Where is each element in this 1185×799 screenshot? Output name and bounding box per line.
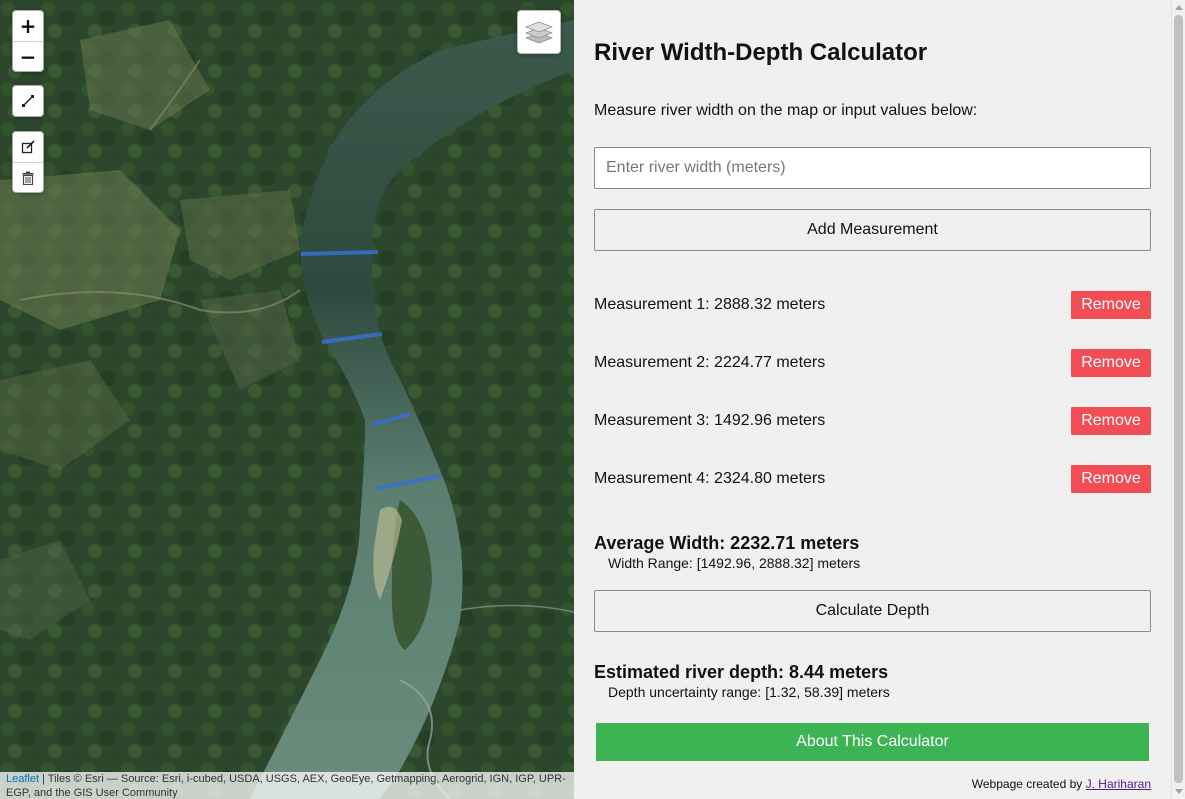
map-attribution: Leaflet | Tiles © Esri — Source: Esri, i… xyxy=(0,772,574,799)
about-calculator-button[interactable]: About This Calculator xyxy=(596,723,1149,761)
measurement-row: Measurement 2: 2224.77 meters Remove xyxy=(594,349,1151,377)
layers-icon xyxy=(525,21,553,44)
remove-measurement-button[interactable]: Remove xyxy=(1071,291,1151,319)
attribution-text: | Tiles © Esri — Source: Esri, i-cubed, … xyxy=(6,773,566,799)
calculator-panel: River Width-Depth Calculator Measure riv… xyxy=(574,0,1171,799)
intro-text: Measure river width on the map or input … xyxy=(594,102,978,119)
river-width-input[interactable] xyxy=(594,147,1151,189)
measurement-row: Measurement 3: 1492.96 meters Remove xyxy=(594,407,1151,435)
zoom-in-button[interactable]: + xyxy=(13,11,43,41)
leaflet-link[interactable]: Leaflet xyxy=(6,773,39,785)
zoom-in-icon: + xyxy=(19,14,37,38)
delete-layers-button[interactable] xyxy=(13,162,43,192)
remove-measurement-button[interactable]: Remove xyxy=(1071,407,1151,435)
depth-result: Estimated river depth: 8.44 meters xyxy=(594,662,889,682)
width-range-text: Width Range: [1492.96, 2888.32] meters xyxy=(608,555,861,571)
edit-icon xyxy=(21,140,35,154)
credit-text: Webpage created by J. Hariharan xyxy=(972,777,1151,791)
layers-control-button[interactable] xyxy=(517,10,561,54)
measurement-row: Measurement 1: 2888.32 meters Remove xyxy=(594,291,1151,319)
depth-range-text: Depth uncertainty range: [1.32, 58.39] m… xyxy=(608,684,890,700)
trash-icon xyxy=(22,171,34,185)
measure-line-button[interactable] xyxy=(13,86,43,116)
zoom-out-button[interactable]: − xyxy=(13,41,43,71)
calculate-depth-button[interactable]: Calculate Depth xyxy=(594,590,1151,632)
zoom-out-icon: − xyxy=(19,44,37,69)
add-measurement-button[interactable]: Add Measurement xyxy=(594,209,1151,251)
credit-prefix: Webpage created by xyxy=(971,777,1086,791)
measurement-label: Measurement 2: 2224.77 meters xyxy=(594,354,826,371)
satellite-imagery xyxy=(0,0,574,799)
measure-line-icon xyxy=(22,95,34,107)
average-width-result: Average Width: 2232.71 meters xyxy=(594,533,860,553)
scroll-down-icon[interactable] xyxy=(1175,789,1183,794)
measure-control xyxy=(12,85,44,117)
zoom-control: + − xyxy=(12,10,44,72)
author-link[interactable]: J. Hariharan xyxy=(1086,777,1151,791)
remove-measurement-button[interactable]: Remove xyxy=(1071,349,1151,377)
measurement-row: Measurement 4: 2324.80 meters Remove xyxy=(594,465,1151,493)
edit-layers-button[interactable] xyxy=(13,132,43,162)
measurement-label: Measurement 1: 2888.32 meters xyxy=(594,296,826,313)
page-scrollbar[interactable] xyxy=(1171,0,1185,799)
scroll-up-icon[interactable] xyxy=(1175,5,1183,10)
scrollbar-thumb[interactable] xyxy=(1174,15,1183,783)
page-title: River Width-Depth Calculator xyxy=(594,39,928,66)
measurement-label: Measurement 3: 1492.96 meters xyxy=(594,412,826,429)
measure-line[interactable] xyxy=(300,250,379,256)
remove-measurement-button[interactable]: Remove xyxy=(1071,465,1151,493)
edit-control xyxy=(12,131,44,193)
map-view[interactable]: + − Leaflet | Tiles © Esri — Source: Esr… xyxy=(0,0,574,799)
measurement-label: Measurement 4: 2324.80 meters xyxy=(594,470,826,487)
